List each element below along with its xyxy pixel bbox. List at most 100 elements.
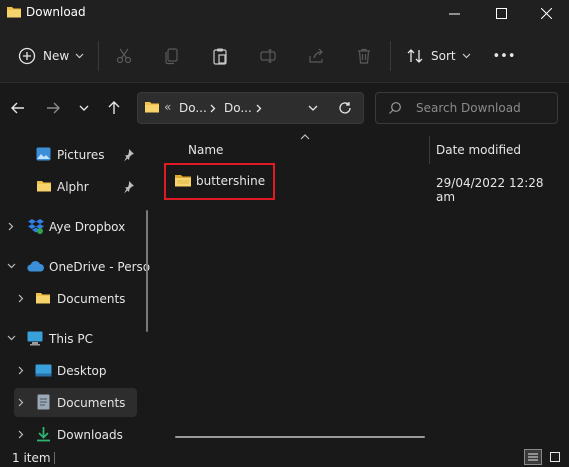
chevron-right-icon[interactable]	[18, 398, 24, 407]
status-divider	[54, 452, 55, 464]
sidebar-item-alphr[interactable]: Alphr	[0, 172, 150, 202]
file-date-modified: 29/04/2022 12:28 am	[436, 176, 544, 204]
trash-icon	[358, 48, 370, 64]
back-button[interactable]	[6, 96, 30, 120]
breadcrumb-overflow[interactable]: «	[164, 100, 171, 114]
chevron-right-icon[interactable]	[18, 366, 24, 375]
sidebar-item-pictures[interactable]: Pictures	[0, 140, 150, 170]
new-label: New	[43, 49, 70, 63]
file-row[interactable]: buttershine 29/04/2022 12:28 am	[166, 166, 566, 204]
up-button[interactable]	[102, 96, 126, 120]
arrow-up-icon	[108, 101, 120, 114]
tiles-view-button[interactable]	[546, 449, 564, 465]
folder-icon	[145, 102, 159, 113]
search-placeholder: Search Download	[416, 101, 521, 115]
dropbox-icon	[28, 219, 44, 234]
arrow-left-icon	[11, 102, 24, 114]
cut-icon	[116, 48, 132, 64]
minimize-button[interactable]	[437, 0, 471, 26]
folder-icon	[37, 181, 51, 192]
minimize-icon	[448, 13, 460, 14]
toolbar-divider	[98, 41, 99, 71]
maximize-icon	[495, 7, 507, 19]
status-bar	[0, 449, 569, 467]
sidebar-item-label: This PC	[49, 332, 93, 346]
paste-icon	[213, 48, 227, 65]
close-button[interactable]	[529, 0, 563, 26]
column-header-name[interactable]: Name	[188, 143, 223, 157]
breadcrumb-item[interactable]: Do...	[224, 101, 252, 115]
documents-icon	[37, 394, 50, 410]
cut-button[interactable]	[111, 45, 137, 67]
chevron-down-icon	[462, 53, 471, 59]
sort-ascending-icon	[300, 134, 310, 140]
chevron-down-icon	[308, 105, 318, 111]
pin-icon[interactable]	[123, 181, 134, 193]
copy-icon	[165, 48, 178, 65]
chevron-down-icon[interactable]	[7, 335, 16, 341]
refresh-icon	[339, 102, 351, 114]
delete-button[interactable]	[351, 45, 377, 67]
new-button[interactable]: New	[12, 44, 88, 68]
downloads-icon	[37, 427, 50, 442]
details-view-icon	[528, 453, 538, 461]
sidebar-item-dropbox[interactable]: Aye Dropbox	[0, 212, 150, 242]
sort-label: Sort	[431, 49, 456, 63]
onedrive-icon	[27, 261, 44, 272]
forward-button[interactable]	[41, 96, 65, 120]
sidebar-item-documents[interactable]: Documents	[0, 388, 150, 418]
toolbar-divider	[390, 41, 391, 71]
sidebar-item-this-pc[interactable]: This PC	[0, 324, 150, 354]
details-view-button[interactable]	[524, 449, 542, 465]
sort-button[interactable]: Sort	[402, 44, 474, 68]
chevron-down-icon	[79, 105, 89, 111]
pictures-icon	[36, 147, 51, 161]
sidebar-item-onedrive-documents[interactable]: Documents	[0, 284, 150, 314]
sidebar-item-onedrive[interactable]: OneDrive - Perso	[0, 252, 150, 282]
refresh-button[interactable]	[333, 96, 357, 120]
window-title: Download	[26, 5, 86, 19]
sidebar-item-label: Documents	[57, 396, 126, 410]
sort-icon	[407, 49, 423, 63]
file-name: buttershine	[196, 174, 266, 188]
pin-icon[interactable]	[123, 149, 134, 161]
column-header-date-modified[interactable]: Date modified	[436, 143, 521, 157]
sidebar-item-label: Documents	[57, 292, 126, 306]
chevron-down-icon	[75, 53, 84, 59]
address-history-button[interactable]	[302, 96, 324, 120]
arrow-right-icon	[47, 102, 60, 114]
share-button[interactable]	[303, 45, 329, 67]
chevron-right-icon[interactable]	[18, 430, 24, 439]
pc-icon	[27, 331, 43, 346]
column-divider[interactable]	[429, 136, 430, 164]
sidebar-item-label: Alphr	[57, 180, 89, 194]
horizontal-scrollbar[interactable]	[175, 436, 425, 438]
rename-icon	[260, 49, 276, 63]
folder-icon	[175, 175, 191, 187]
maximize-button[interactable]	[484, 0, 518, 26]
breadcrumb-item[interactable]: Do...	[179, 101, 207, 115]
sidebar-item-label: Desktop	[57, 364, 107, 378]
chevron-right-icon[interactable]	[8, 222, 14, 231]
share-icon	[309, 48, 323, 63]
folder-icon	[7, 7, 21, 18]
new-plus-icon	[18, 47, 36, 65]
sidebar-item-label: Downloads	[57, 428, 123, 442]
rename-button[interactable]	[255, 45, 281, 67]
recent-locations-button[interactable]	[72, 96, 96, 120]
sidebar-item-desktop[interactable]: Desktop	[0, 356, 150, 386]
search-icon	[389, 102, 401, 114]
desktop-icon	[35, 364, 52, 377]
chevron-right-icon[interactable]	[18, 294, 24, 303]
sidebar-item-label: Pictures	[57, 148, 105, 162]
sidebar-scrollbar[interactable]	[146, 210, 148, 332]
more-options-button[interactable]: •••	[490, 44, 518, 68]
sidebar-item-downloads[interactable]: Downloads	[0, 420, 150, 450]
copy-button[interactable]	[159, 45, 185, 67]
close-icon	[540, 7, 552, 19]
chevron-right-icon	[210, 104, 216, 113]
tiles-view-icon	[550, 452, 560, 462]
chevron-down-icon[interactable]	[7, 263, 16, 269]
sidebar-item-label: Aye Dropbox	[49, 220, 126, 234]
paste-button[interactable]	[207, 45, 233, 67]
